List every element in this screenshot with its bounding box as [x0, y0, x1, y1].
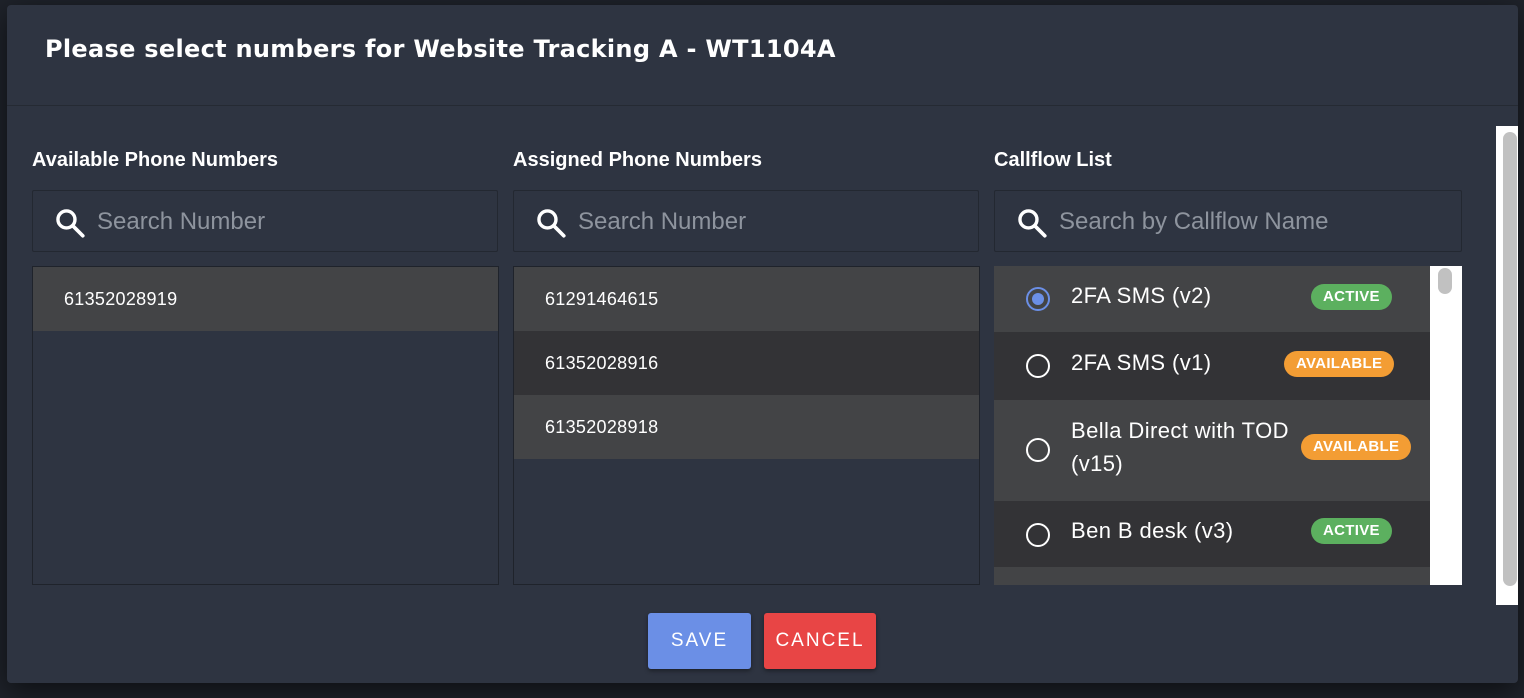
- status-badge: ACTIVE: [1311, 284, 1392, 310]
- callflow-item-label: Bella Direct with TOD (v15): [1071, 418, 1289, 476]
- assigned-search-input[interactable]: [576, 191, 970, 253]
- callflow-item-label: 2FA SMS (v2): [1071, 283, 1212, 308]
- status-badge: AVAILABLE: [1301, 434, 1412, 460]
- available-numbers-title: Available Phone Numbers: [32, 149, 278, 171]
- radio-unchecked-icon[interactable]: [1026, 523, 1050, 547]
- callflow-item[interactable]: Bella Direct with TOD (v15) AVAILABLE: [994, 400, 1430, 501]
- radio-checked-icon[interactable]: [1026, 287, 1050, 311]
- assigned-number-row[interactable]: 61291464615: [514, 267, 979, 331]
- callflow-search-input[interactable]: [1057, 191, 1451, 253]
- save-button[interactable]: SAVE: [648, 613, 751, 669]
- available-number-row[interactable]: 61352028919: [33, 267, 498, 331]
- search-icon: [1018, 209, 1047, 238]
- radio-unchecked-icon[interactable]: [1026, 354, 1050, 378]
- callflow-list-title: Callflow List: [994, 149, 1112, 171]
- status-badge: AVAILABLE: [1284, 351, 1395, 377]
- search-icon: [56, 209, 85, 238]
- callflow-list-container: 2FA SMS (v2) ACTIVE 2FA SMS (v1) AVAILAB…: [994, 266, 1462, 585]
- callflow-item[interactable]: 2FA SMS (v2) ACTIVE: [994, 266, 1430, 332]
- dialog-title: Please select numbers for Website Tracki…: [45, 35, 836, 63]
- available-search-input[interactable]: [95, 191, 489, 253]
- dialog-scrollbar[interactable]: [1496, 126, 1518, 605]
- callflow-item[interactable]: 2FA SMS (v1) AVAILABLE: [994, 332, 1430, 400]
- callflow-item-label: 2FA SMS (v1): [1071, 350, 1212, 375]
- dialog-scrollbar-thumb[interactable]: [1503, 132, 1517, 586]
- callflow-scrollbar-thumb[interactable]: [1438, 268, 1452, 294]
- assigned-numbers-list: 61291464615 61352028916 61352028918: [513, 266, 980, 585]
- assigned-number-row[interactable]: 61352028916: [514, 331, 979, 395]
- radio-unchecked-icon[interactable]: [1026, 438, 1050, 462]
- cancel-button[interactable]: CANCEL: [764, 613, 876, 669]
- select-numbers-dialog: Please select numbers for Website Tracki…: [7, 5, 1518, 683]
- available-numbers-list: 61352028919: [32, 266, 499, 585]
- assigned-search-box[interactable]: [513, 190, 979, 253]
- assigned-numbers-title: Assigned Phone Numbers: [513, 149, 762, 171]
- status-badge: ACTIVE: [1311, 518, 1392, 544]
- callflow-item-label: Ben B desk (v3): [1071, 518, 1234, 543]
- dialog-header: Please select numbers for Website Tracki…: [7, 5, 1518, 106]
- available-search-box[interactable]: [32, 190, 498, 253]
- callflow-list: 2FA SMS (v2) ACTIVE 2FA SMS (v1) AVAILAB…: [994, 266, 1430, 585]
- callflow-search-box[interactable]: [994, 190, 1462, 253]
- callflow-item-partial[interactable]: [994, 567, 1430, 585]
- assigned-number-row[interactable]: 61352028918: [514, 395, 979, 459]
- callflow-item[interactable]: Ben B desk (v3) ACTIVE: [994, 501, 1430, 567]
- search-icon: [537, 209, 566, 238]
